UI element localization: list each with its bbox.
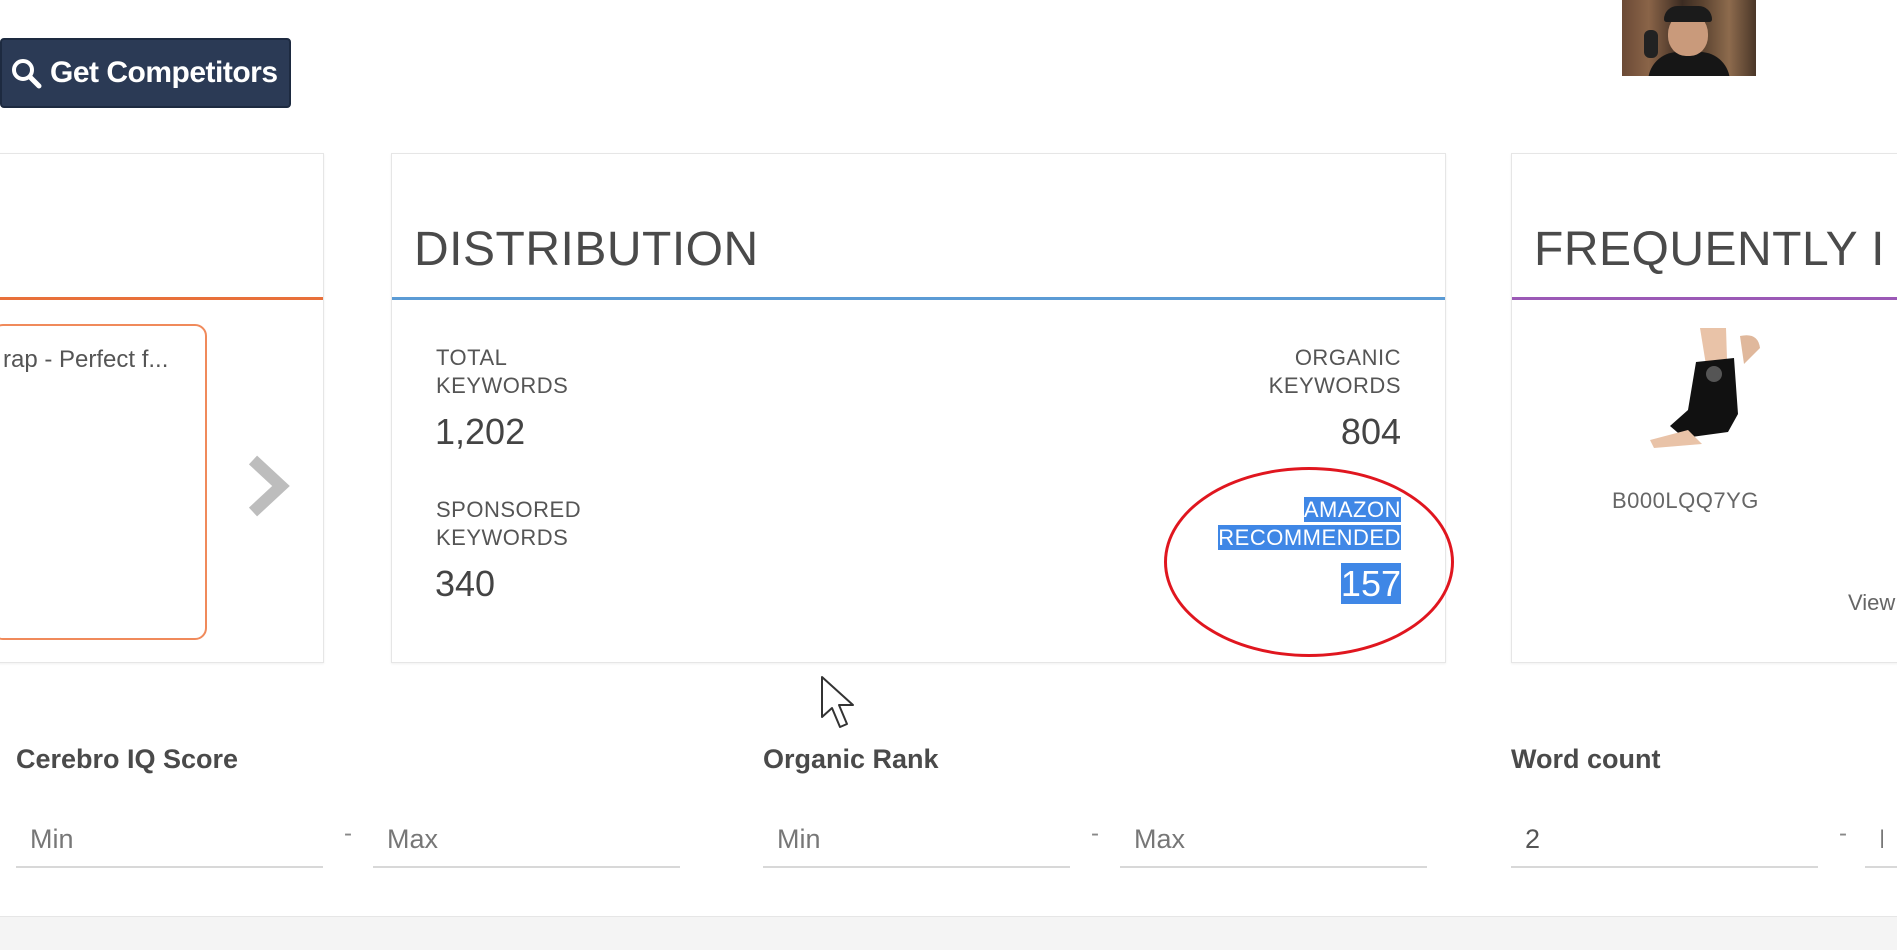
get-competitors-label: Get Competitors: [50, 56, 278, 89]
organic-rank-label: Organic Rank: [763, 744, 939, 774]
product-name: rap - Perfect f...: [3, 346, 169, 373]
range-separator: -: [344, 820, 352, 847]
sponsored-keywords-label: SPONSORED KEYWORDS: [436, 497, 582, 550]
product-carousel-card: rap - Perfect f...: [0, 153, 324, 663]
mouse-cursor-icon: [821, 676, 854, 728]
cerebro-iq-label: Cerebro IQ Score: [16, 744, 239, 774]
get-competitors-button[interactable]: Get Competitors: [0, 38, 291, 108]
word-count-label: Word count: [1511, 744, 1661, 774]
search-icon: [12, 59, 42, 89]
total-keywords-value: 1,202: [435, 411, 526, 452]
cerebro-iq-min-input[interactable]: [16, 812, 323, 868]
card-header: DISTRIBUTION: [392, 154, 1445, 300]
organic-keywords-value: 804: [1340, 411, 1401, 452]
chevron-right-icon[interactable]: [245, 454, 291, 518]
frequently-bought-card: FREQUENTLY I B000LQQ7YG View: [1511, 153, 1897, 663]
frequently-title: FREQUENTLY I: [1534, 223, 1885, 276]
distribution-title: DISTRIBUTION: [414, 223, 759, 276]
range-separator: -: [1091, 820, 1099, 847]
word-count-max-input[interactable]: [1865, 812, 1897, 868]
product-asin[interactable]: B000LQQ7YG: [1612, 488, 1759, 514]
word-count-min-input[interactable]: [1511, 812, 1818, 868]
organic-keywords-label: ORGANIC KEYWORDS: [1268, 345, 1401, 398]
bottom-bar: [0, 916, 1897, 950]
total-keywords-label: TOTAL KEYWORDS: [436, 345, 569, 398]
ankle-brace-product-image[interactable]: [1630, 322, 1780, 462]
organic-rank-max-input[interactable]: [1120, 812, 1427, 868]
card-header: [0, 154, 323, 300]
card-header: FREQUENTLY I: [1512, 154, 1897, 300]
sponsored-keywords-value: 340: [435, 563, 496, 604]
organic-rank-min-input[interactable]: [763, 812, 1070, 868]
view-link[interactable]: View: [1848, 590, 1895, 616]
cerebro-iq-max-input[interactable]: [373, 812, 680, 868]
product-item[interactable]: rap - Perfect f...: [0, 324, 207, 640]
range-separator: -: [1839, 820, 1847, 847]
annotation-circle: [1164, 467, 1454, 657]
webcam-overlay: [1622, 0, 1756, 76]
